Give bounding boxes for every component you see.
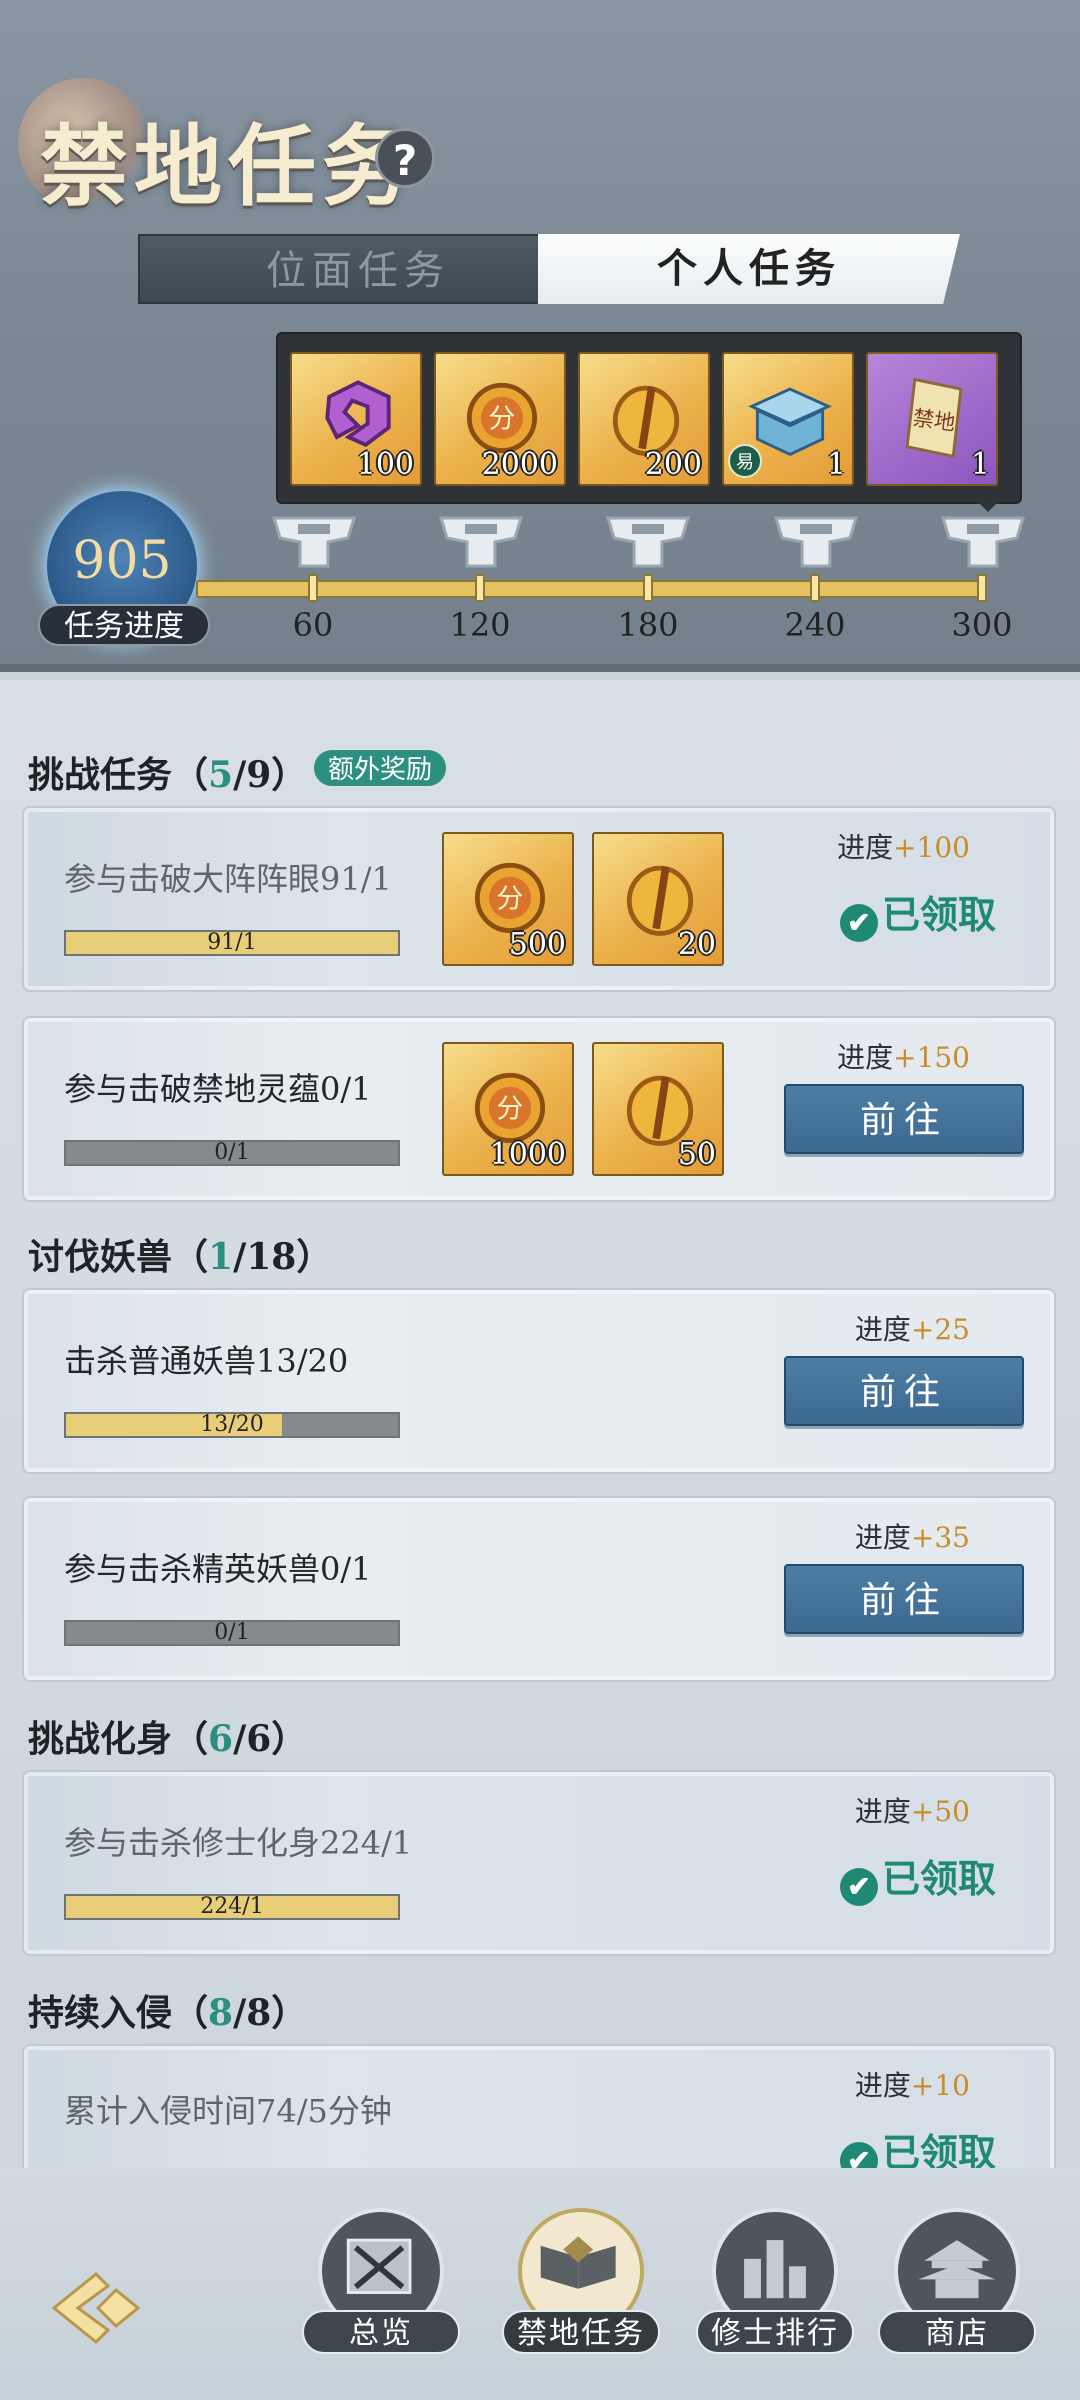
- nav-shop-button[interactable]: 商店: [878, 2208, 1036, 2358]
- milestone-tick: [475, 574, 485, 602]
- task-progress-gain: 进度+100: [837, 831, 970, 864]
- svg-text:分: 分: [497, 1094, 524, 1125]
- item-count: 50: [677, 1137, 716, 1172]
- task-list[interactable]: 挑战任务（5/9） 额外奖励 参与击破大阵阵眼91/1 91/1 分 500 2…: [0, 680, 1080, 2168]
- page-title: 禁地任务: [40, 114, 417, 218]
- go-button[interactable]: 前往: [784, 1564, 1024, 1634]
- section-title-challenge: 挑战任务（5/9）: [28, 754, 308, 796]
- item-count: 2000: [481, 447, 558, 482]
- task-progress-bar: 91/1: [64, 930, 400, 956]
- task-progress-gain: 进度+150: [837, 1041, 970, 1074]
- milestone-label: 240: [784, 606, 846, 644]
- top-panel: 禁地任务 ? 位面任务 个人任务 100 分 2000 200 易 1 禁地 1…: [0, 0, 1080, 672]
- nav-overview-button[interactable]: 总览: [302, 2208, 460, 2358]
- tradeable-badge: 易: [728, 444, 762, 478]
- task-progress-bar: 224/1: [64, 1894, 400, 1920]
- milestone-label: 60: [292, 606, 334, 644]
- go-button[interactable]: 前往: [784, 1356, 1024, 1426]
- progress-text: 13/20: [200, 1412, 264, 1437]
- progress-text: 0/1: [214, 1620, 250, 1645]
- item-count: 500: [508, 927, 566, 962]
- task-name: 参与击杀修士化身224/1: [64, 1824, 413, 1862]
- task-progress-gain: 进度+35: [854, 1521, 970, 1554]
- nav-ranking-button[interactable]: 修士排行: [696, 2208, 854, 2358]
- task-progress-gain: 进度+50: [854, 1795, 970, 1828]
- item-count: 1: [826, 447, 846, 482]
- milestone-tick: [810, 574, 820, 602]
- milestone-label: 120: [449, 606, 511, 644]
- milestone-label: 300: [951, 606, 1013, 644]
- task-reward-sword-token[interactable]: 20: [592, 832, 724, 966]
- task-card: 参与击杀修士化身224/1 224/1 进度+50 ✔ 已领取: [22, 1770, 1056, 1956]
- reward-item-4[interactable]: 易 1: [722, 352, 854, 486]
- task-progress-bar: 0/1: [64, 1620, 400, 1646]
- item-count: 20: [677, 927, 716, 962]
- progress-label: 任务进度: [38, 604, 210, 646]
- milestone-tick: [643, 574, 653, 602]
- milestone-label: 180: [617, 606, 679, 644]
- section-title-avatars: 挑战化身（6/6）: [28, 1718, 308, 1760]
- task-progress-gain: 进度+10: [854, 2069, 970, 2102]
- section-title-beasts: 讨伐妖兽（1/18）: [28, 1236, 333, 1278]
- back-arrow-icon[interactable]: [46, 2270, 146, 2346]
- claimed-status: ✔ 已领取: [839, 2122, 996, 2168]
- item-count: 200: [644, 447, 702, 482]
- extra-reward-badge[interactable]: 额外奖励: [312, 748, 449, 788]
- task-card: 累计入侵时间74/5分钟 进度+10 ✔ 已领取: [22, 2044, 1056, 2168]
- task-name: 累计入侵时间74/5分钟: [64, 2092, 392, 2130]
- milestone-tick: [977, 574, 987, 602]
- item-count: 1000: [489, 1137, 566, 1172]
- svg-text:分: 分: [497, 884, 524, 915]
- milestone-chest-icon[interactable]: [770, 512, 862, 574]
- help-button[interactable]: ?: [375, 128, 435, 188]
- task-reward-dragon-coin[interactable]: 分 500: [442, 832, 574, 966]
- section-title-invasion: 持续入侵（8/8）: [28, 1992, 308, 2034]
- item-count: 1: [970, 447, 990, 482]
- milestone-chest-icon[interactable]: [435, 512, 527, 574]
- task-name: 参与击破禁地灵蕴0/1: [64, 1070, 372, 1108]
- reward-item-2[interactable]: 分 2000: [434, 352, 566, 486]
- claimed-status: ✔ 已领取: [839, 884, 996, 942]
- task-progress-gain: 进度+25: [854, 1313, 970, 1346]
- progress-text: 0/1: [214, 1140, 250, 1165]
- task-card: 参与击破大阵阵眼91/1 91/1 分 500 20 进度+100 ✔ 已领取: [22, 806, 1056, 992]
- task-progress-bar: 13/20: [64, 1412, 400, 1438]
- claimed-status: ✔ 已领取: [839, 1848, 996, 1906]
- forbidden-land-scroll-icon: 禁地: [905, 377, 963, 459]
- task-card: 参与击杀精英妖兽0/1 0/1 进度+35 前往: [22, 1496, 1056, 1682]
- milestone-reward-panel: 100 分 2000 200 易 1 禁地 1: [276, 332, 1022, 512]
- task-name: 击杀普通妖兽13/20: [64, 1342, 349, 1380]
- svg-text:分: 分: [489, 404, 516, 435]
- nav-forbidden-tasks-button[interactable]: 禁地任务: [502, 2208, 660, 2358]
- milestone-chest-icon[interactable]: [268, 512, 360, 574]
- reward-item-1[interactable]: 100: [290, 352, 422, 486]
- reward-item-5[interactable]: 禁地 1: [866, 352, 998, 486]
- milestone-tick: [308, 574, 318, 602]
- task-reward-sword-token[interactable]: 50: [592, 1042, 724, 1176]
- milestone-chest-icon[interactable]: [937, 512, 1029, 574]
- progress-value: 905: [72, 531, 172, 591]
- go-button[interactable]: 前往: [784, 1084, 1024, 1154]
- reward-item-3[interactable]: 200: [578, 352, 710, 486]
- task-card: 参与击破禁地灵蕴0/1 0/1 分 1000 50 进度+150 前往: [22, 1016, 1056, 1202]
- progress-text: 91/1: [207, 930, 257, 955]
- tab-personal-tasks[interactable]: 个人任务: [538, 234, 960, 304]
- task-card: 击杀普通妖兽13/20 13/20 进度+25 前往: [22, 1288, 1056, 1474]
- bottom-nav: 总览 禁地任务 修士排行 商店: [0, 2168, 1080, 2400]
- task-progress-bar: 0/1: [64, 1140, 400, 1166]
- item-count: 100: [356, 447, 414, 482]
- task-reward-dragon-coin[interactable]: 分 1000: [442, 1042, 574, 1176]
- task-name: 参与击破大阵阵眼91/1: [64, 860, 392, 898]
- check-icon: ✔: [839, 2142, 878, 2168]
- task-tabs: 位面任务 个人任务: [118, 234, 970, 304]
- milestone-chest-icon[interactable]: [602, 512, 694, 574]
- progress-text: 224/1: [200, 1894, 264, 1919]
- check-icon: ✔: [839, 1868, 878, 1906]
- check-icon: ✔: [839, 904, 878, 942]
- task-name: 参与击杀精英妖兽0/1: [64, 1550, 372, 1588]
